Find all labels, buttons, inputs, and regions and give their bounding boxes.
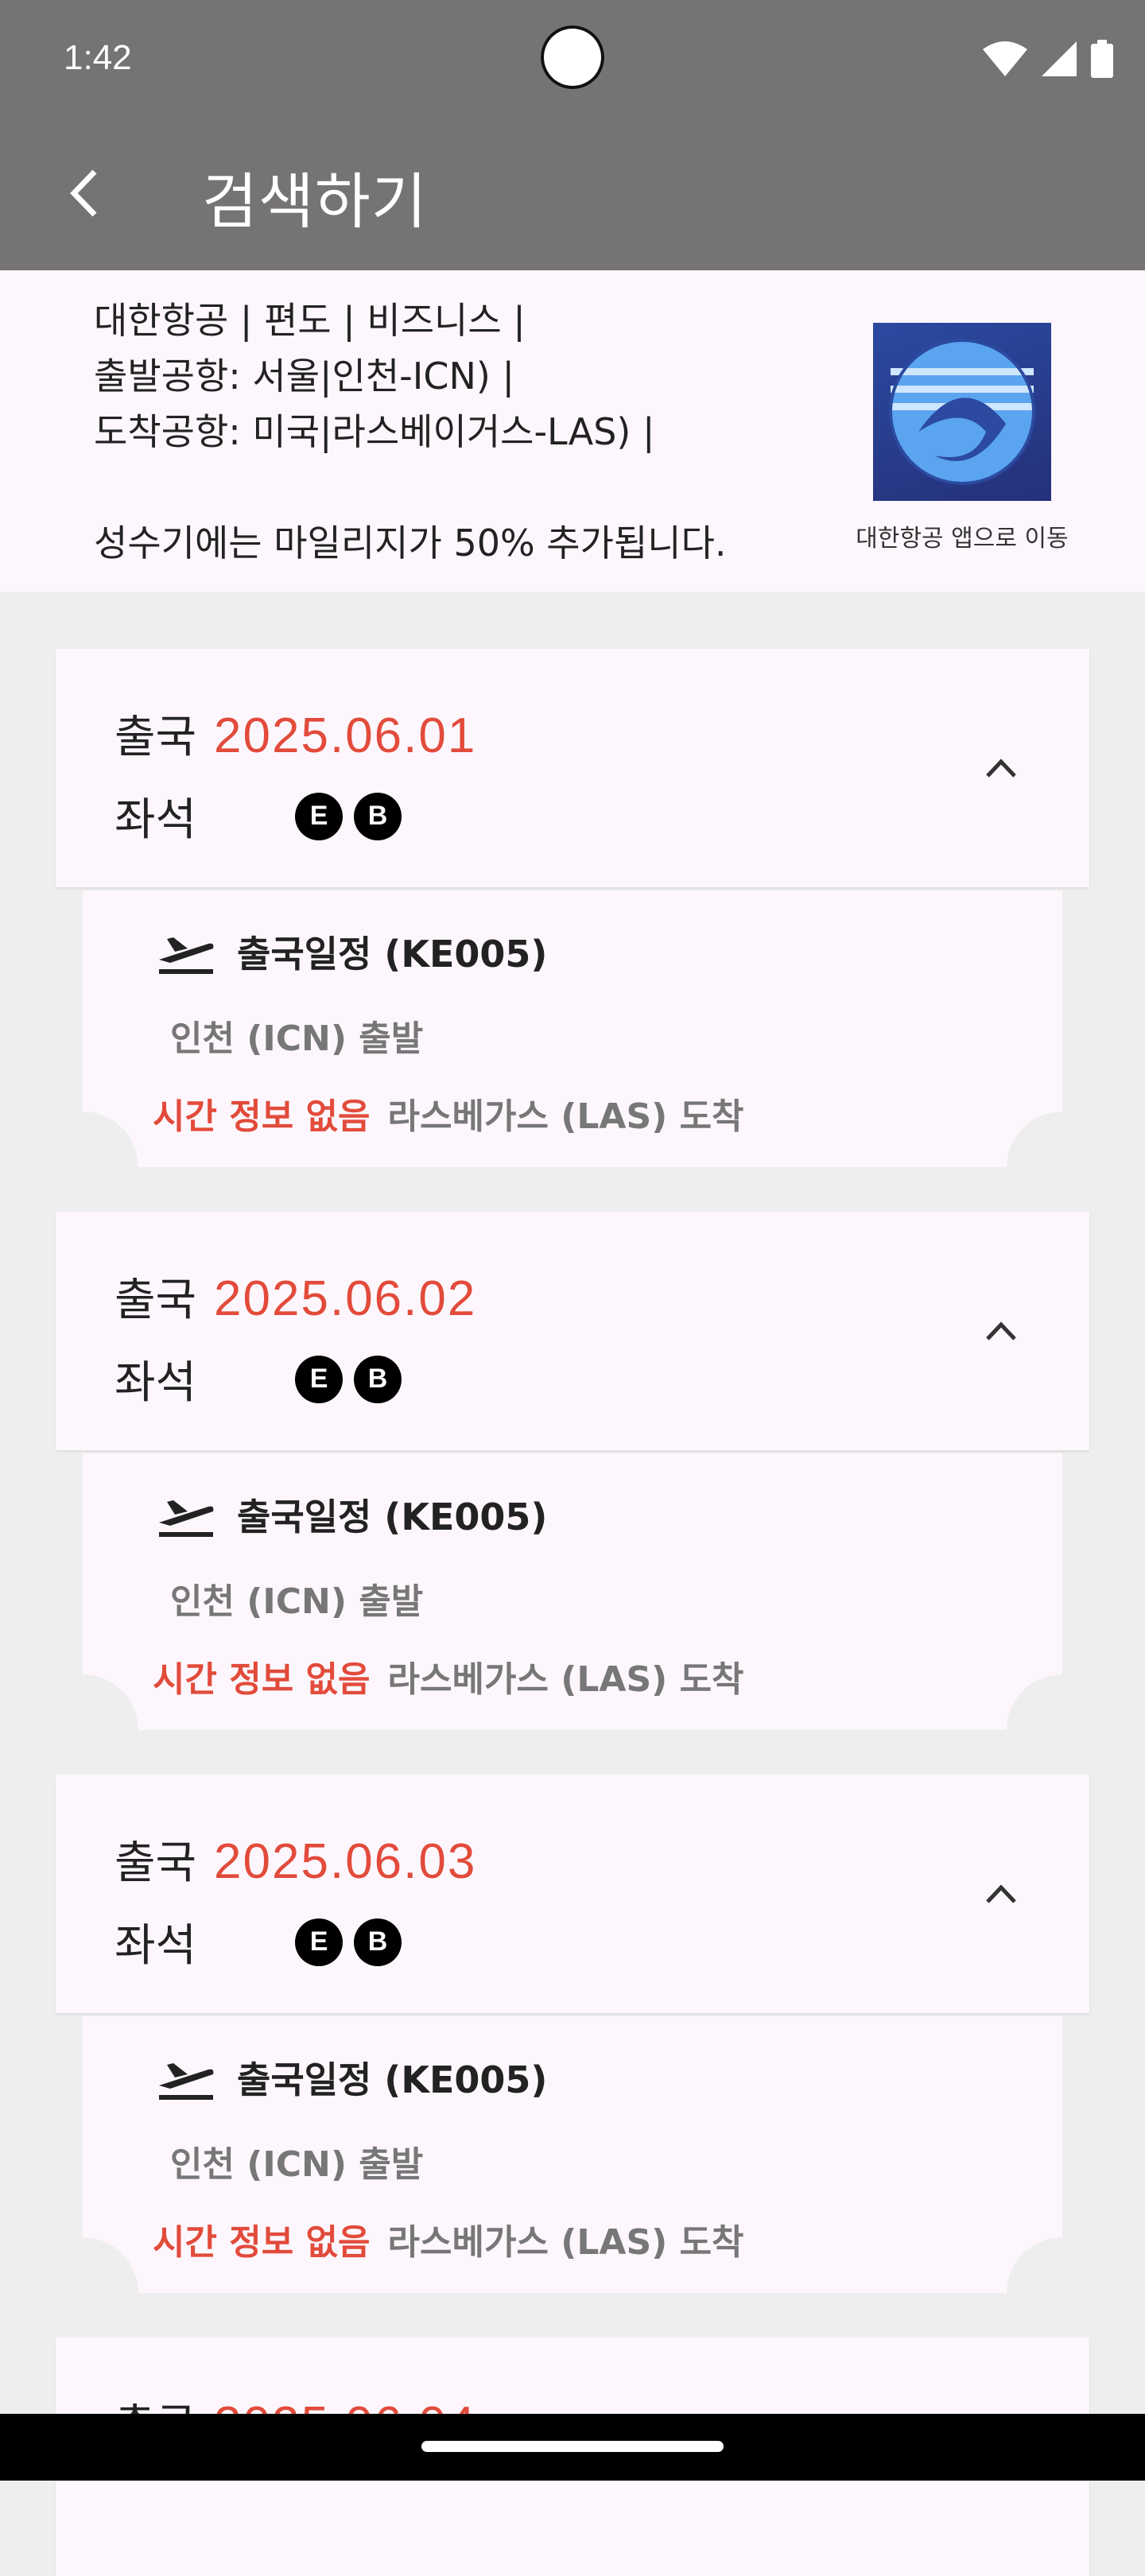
airline-logo-icon: [889, 339, 1035, 485]
chevron-up-icon[interactable]: [981, 1310, 1021, 1350]
summary-arrival-line: 도착공항: 미국|라스베이거스-LAS) |: [94, 410, 655, 453]
seat-class-badge: E: [295, 792, 344, 840]
flight-takeoff-icon: [159, 1500, 214, 1537]
airline-app-link[interactable]: 대한항공 앱으로 이동: [851, 323, 1073, 553]
summary-airline-line: 대한항공 | 편도 | 비즈니스 |: [94, 299, 526, 342]
trip-direction-label: 출국: [114, 712, 197, 763]
arrival-text: 라스베가스 (LAS) 도착: [387, 1659, 744, 1700]
ticket-notch: [1007, 1674, 1062, 1730]
signal-icon: [1042, 41, 1077, 76]
departure-text: 인천 (ICN) 출발: [170, 1018, 424, 1059]
back-button[interactable]: [48, 157, 119, 229]
page-title: 검색하기: [202, 166, 428, 237]
seat-label: 좌석: [114, 1920, 197, 1972]
summary-note: 성수기에는 마일리지가 50% 추가됩니다.: [94, 522, 727, 564]
departure-text: 인천 (ICN) 출발: [170, 1581, 424, 1622]
search-summary: 대한항공 | 편도 | 비즈니스 | 출발공항: 서울|인천-ICN) | 도착…: [0, 270, 1145, 592]
ticket-notch: [83, 1674, 138, 1730]
arrival-text: 라스베가스 (LAS) 도착: [387, 1096, 744, 1137]
time-status: 시간 정보 없음: [153, 1659, 371, 1700]
seat-class-badge: E: [295, 1355, 344, 1403]
time-status: 시간 정보 없음: [153, 1096, 371, 1137]
battery-icon: [1091, 40, 1113, 78]
trip-date: 2025.06.03: [214, 1834, 477, 1889]
flight-ticket[interactable]: 출국일정 (KE005) 인천 (ICN) 출발 시간 정보 없음 라스베가스 …: [83, 2016, 1062, 2293]
seat-class-badge: B: [354, 1918, 402, 1966]
flight-title: 출국일정 (KE005): [237, 933, 548, 976]
trip-date: 2025.06.02: [214, 1271, 477, 1326]
flight-title: 출국일정 (KE005): [237, 1496, 548, 1538]
date-card[interactable]: 출국 2025.06.03 좌석 E B: [56, 1775, 1089, 2013]
seat-class-badge: E: [295, 1918, 344, 1966]
chevron-up-icon[interactable]: [981, 747, 1021, 787]
status-time: 1:42: [64, 38, 132, 77]
departure-text: 인천 (ICN) 출발: [170, 2144, 424, 2185]
ticket-notch: [1007, 1111, 1062, 1167]
flight-takeoff-icon: [159, 937, 214, 974]
camera-cutout: [541, 25, 604, 89]
ticket-notch: [83, 1111, 138, 1167]
arrival-text: 라스베가스 (LAS) 도착: [387, 2222, 744, 2263]
ticket-notch: [1007, 2237, 1062, 2293]
trip-direction-label: 출국: [114, 1837, 197, 1889]
flight-title: 출국일정 (KE005): [237, 2058, 548, 2101]
ticket-notch: [83, 2237, 138, 2293]
seat-label: 좌석: [114, 1357, 197, 1409]
app-bar: 검색하기: [0, 114, 1145, 270]
status-icons: [983, 40, 1113, 78]
trip-direction-label: 출국: [114, 1274, 197, 1326]
system-nav-bar: [0, 2414, 1145, 2481]
seat-class-badge: B: [354, 792, 402, 840]
date-card[interactable]: 출국 2025.06.01 좌석 E B: [56, 649, 1089, 887]
summary-departure-line: 출발공항: 서울|인천-ICN) |: [94, 355, 514, 398]
airline-app-caption: 대한항공 앱으로 이동: [856, 525, 1069, 553]
airline-logo[interactable]: [873, 323, 1051, 501]
seat-class-badge: B: [354, 1355, 402, 1403]
flight-ticket[interactable]: 출국일정 (KE005) 인천 (ICN) 출발 시간 정보 없음 라스베가스 …: [83, 1453, 1062, 1730]
flight-ticket[interactable]: 출국일정 (KE005) 인천 (ICN) 출발 시간 정보 없음 라스베가스 …: [83, 890, 1062, 1167]
status-bar: 1:42: [0, 0, 1145, 114]
trip-date: 2025.06.01: [214, 708, 477, 763]
seat-label: 좌석: [114, 794, 197, 846]
wifi-icon: [983, 41, 1027, 76]
time-status: 시간 정보 없음: [153, 2222, 371, 2263]
home-gesture-handle[interactable]: [421, 2441, 724, 2452]
flight-takeoff-icon: [159, 2063, 214, 2100]
back-arrow-icon: [70, 169, 97, 217]
chevron-up-icon[interactable]: [981, 1873, 1021, 1913]
date-card[interactable]: 출국 2025.06.02 좌석 E B: [56, 1212, 1089, 1450]
